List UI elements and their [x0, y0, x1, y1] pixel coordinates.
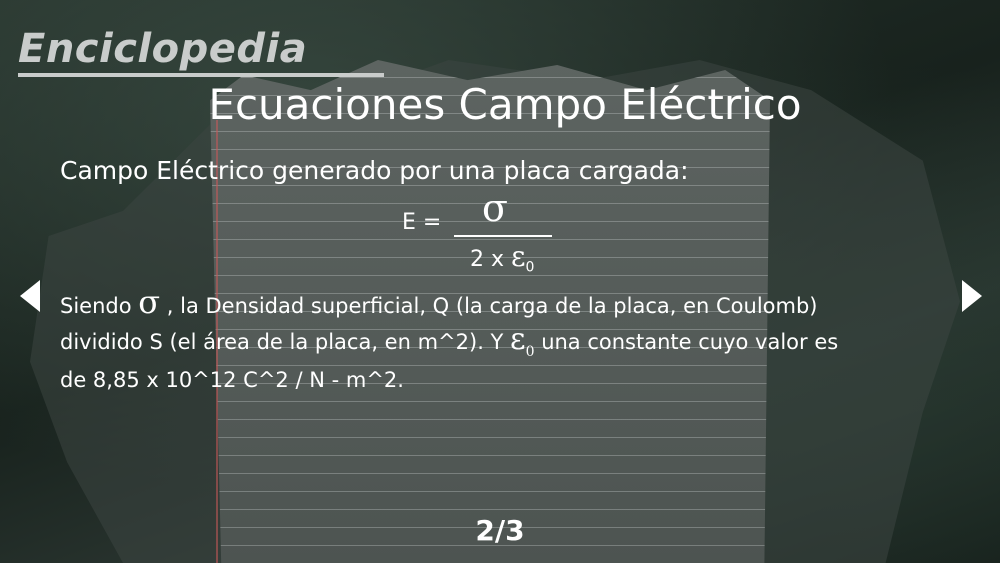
epsilon-inline-glyph: ε [510, 322, 526, 357]
encyclopedia-logo: Enciclopedia [18, 26, 308, 72]
page-indicator: 2/3 [475, 514, 525, 547]
logo-underline [18, 73, 384, 77]
explanation-paragraph: Siendo σ , la Densidad superficial, Q (l… [60, 286, 860, 398]
formula-lhs: E = [402, 210, 442, 235]
formula-numerator-sigma: σ [482, 186, 508, 230]
epsilon-symbol-inline: ε0 [510, 322, 535, 361]
epsilon-symbol: ε [511, 240, 526, 273]
page-title: Ecuaciones Campo Eléctrico [208, 80, 802, 129]
triangle-right-icon[interactable] [962, 280, 982, 312]
paragraph-part1: Siendo [60, 294, 139, 318]
electric-field-formula: E = σ 2 x ε0 [402, 186, 562, 282]
epsilon-inline-subscript: 0 [525, 344, 535, 360]
denominator-prefix: 2 x [470, 247, 512, 272]
triangle-left-icon[interactable] [20, 280, 40, 312]
sigma-symbol: σ [138, 283, 161, 321]
formula-denominator: 2 x ε0 [470, 240, 534, 275]
epsilon-subscript: 0 [525, 259, 535, 276]
fraction-bar [454, 235, 552, 237]
section-subtitle: Campo Eléctrico generado por una placa c… [60, 156, 689, 185]
